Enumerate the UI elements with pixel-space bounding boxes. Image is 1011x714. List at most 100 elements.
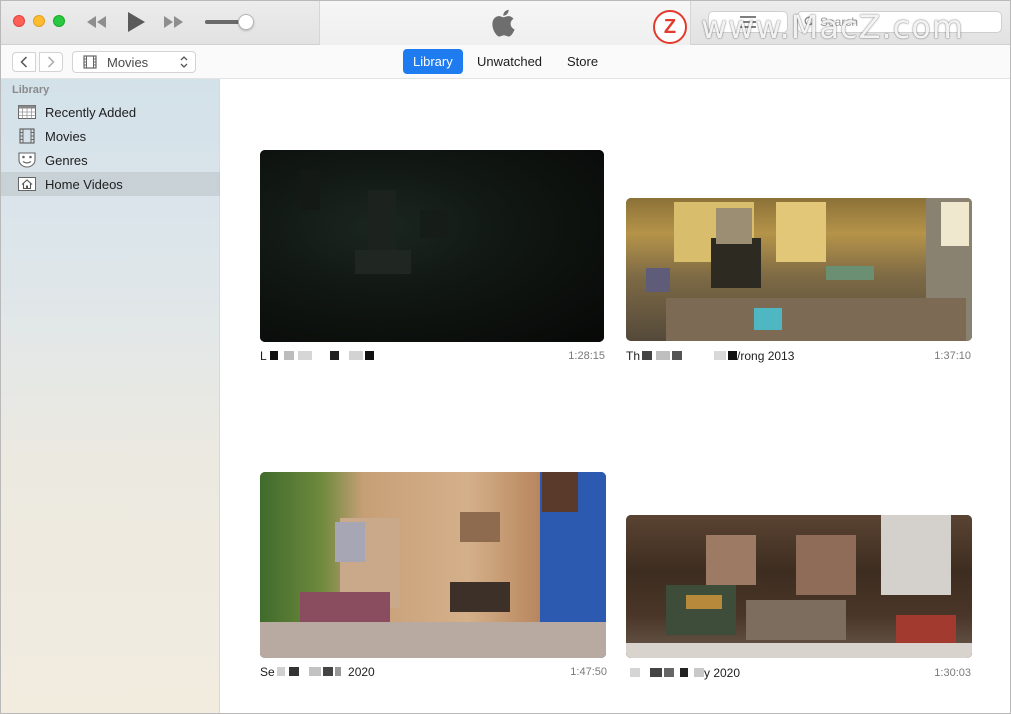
thumbnail-pixel-block <box>896 615 956 645</box>
thumbnail-pixel-block <box>646 268 670 292</box>
chevron-left-icon <box>20 56 28 68</box>
volume-knob[interactable] <box>238 14 254 30</box>
thumbnail-pixel-block <box>881 515 951 595</box>
redaction-block <box>276 667 285 676</box>
redaction-block <box>348 351 363 360</box>
close-button[interactable] <box>13 15 25 27</box>
redaction-block <box>650 668 662 677</box>
house-icon <box>17 176 37 192</box>
sidebar: Library Recently Added Movies Genres Hom… <box>1 79 220 713</box>
thumbnail-pixel-block <box>746 600 846 640</box>
thumbnail-pixel-block <box>686 595 722 609</box>
thumbnail-pixel-block <box>626 643 972 658</box>
video-title-visible: y 2020 <box>704 666 741 680</box>
video-duration: 1:30:03 <box>934 667 971 679</box>
apple-logo-icon <box>492 9 515 37</box>
search-field[interactable] <box>797 11 1002 33</box>
sidebar-heading: Library <box>12 84 50 96</box>
media-kind-select[interactable]: Movies <box>72 51 196 73</box>
rewind-button[interactable] <box>86 11 108 33</box>
video-title-visible: Se <box>260 665 275 679</box>
play-button[interactable] <box>125 11 147 33</box>
forward-button[interactable] <box>39 52 63 72</box>
redaction-block <box>329 351 339 360</box>
video-thumbnail[interactable] <box>260 150 604 342</box>
minimize-button[interactable] <box>33 15 45 27</box>
video-card[interactable]: Se 2020 1:47:50 <box>260 472 607 694</box>
redaction-block <box>364 351 374 360</box>
thumbnail-pixel-block <box>420 210 448 238</box>
thumbnail-pixel-block <box>776 202 826 262</box>
sidebar-item-home-videos[interactable]: Home Videos <box>1 172 220 196</box>
redaction-block <box>664 668 674 677</box>
video-thumbnail[interactable] <box>260 472 606 658</box>
search-input[interactable] <box>820 15 990 29</box>
chevron-right-icon <box>47 56 55 68</box>
back-button[interactable] <box>12 52 36 72</box>
redaction-block <box>656 351 671 360</box>
thumbnail-pixel-block <box>711 238 761 288</box>
sidebar-item-label: Home Videos <box>45 176 123 192</box>
toolbar: Z www.MacZ.com <box>1 1 1010 46</box>
search-icon <box>804 16 816 28</box>
sidebar-item-recently-added[interactable]: Recently Added <box>1 100 220 124</box>
up-next-button[interactable] <box>708 11 788 33</box>
fast-forward-button[interactable] <box>162 11 184 33</box>
tab-library[interactable]: Library <box>403 49 463 74</box>
film-icon <box>83 55 97 69</box>
redaction-block <box>283 351 294 360</box>
video-title: Th/rong 2013 <box>626 349 794 363</box>
play-icon <box>128 12 145 32</box>
thumbnail-pixel-block <box>716 208 752 244</box>
video-title: y 2020 <box>626 666 740 680</box>
video-card[interactable]: y 2020 1:30:03 <box>626 515 972 695</box>
status-display <box>319 1 691 45</box>
tab-store[interactable]: Store <box>557 49 608 74</box>
redaction-block <box>694 668 704 677</box>
video-grid: L 1:28:15 Th/rong 2013 1:37:10 Se 2020 1… <box>221 79 1010 713</box>
itunes-window: Z www.MacZ.com Movies Library Unwatched … <box>0 0 1011 714</box>
tab-unwatched[interactable]: Unwatched <box>467 49 552 74</box>
redaction-block <box>288 667 299 676</box>
redaction-block <box>297 351 312 360</box>
fast-forward-icon <box>164 16 183 28</box>
video-card[interactable]: L 1:28:15 <box>260 150 605 380</box>
theater-masks-icon <box>17 152 37 168</box>
calendar-grid-icon <box>17 104 37 120</box>
navigation-bar: Movies Library Unwatched Store <box>1 45 1010 79</box>
rewind-icon <box>87 16 106 28</box>
redaction-block <box>642 351 653 360</box>
thumbnail-pixel-block <box>706 535 756 585</box>
thumbnail-pixel-block <box>355 250 411 274</box>
sidebar-item-genres[interactable]: Genres <box>1 148 220 172</box>
redaction-block <box>672 351 683 360</box>
list-icon <box>740 16 756 28</box>
thumbnail-pixel-block <box>754 308 782 330</box>
thumbnail-pixel-block <box>368 190 396 250</box>
video-title-visible: L <box>260 349 267 363</box>
thumbnail-pixel-block <box>826 266 874 280</box>
sidebar-item-movies[interactable]: Movies <box>1 124 220 148</box>
thumbnail-pixel-block <box>796 535 856 595</box>
video-title: L <box>260 349 374 363</box>
video-title-visible: /rong 2013 <box>737 349 795 363</box>
thumbnail-pixel-block <box>666 585 736 635</box>
redaction-block <box>680 668 688 677</box>
redaction-block <box>269 351 278 360</box>
video-thumbnail[interactable] <box>626 198 972 341</box>
thumbnail-pixel-block <box>335 522 365 562</box>
video-title-visible: 2020 <box>348 665 375 679</box>
chevron-up-down-icon <box>180 56 188 68</box>
video-duration: 1:47:50 <box>570 666 607 678</box>
video-duration: 1:37:10 <box>934 350 971 362</box>
thumbnail-pixel-block <box>450 582 510 612</box>
redaction-block <box>334 667 341 676</box>
thumbnail-pixel-block <box>300 170 320 210</box>
sidebar-item-label: Genres <box>45 152 88 168</box>
thumbnail-pixel-block <box>542 472 578 512</box>
zoom-button[interactable] <box>53 15 65 27</box>
thumbnail-pixel-block <box>460 512 500 542</box>
video-title: Se 2020 <box>260 665 375 679</box>
video-thumbnail[interactable] <box>626 515 972 658</box>
video-card[interactable]: Th/rong 2013 1:37:10 <box>626 198 972 380</box>
